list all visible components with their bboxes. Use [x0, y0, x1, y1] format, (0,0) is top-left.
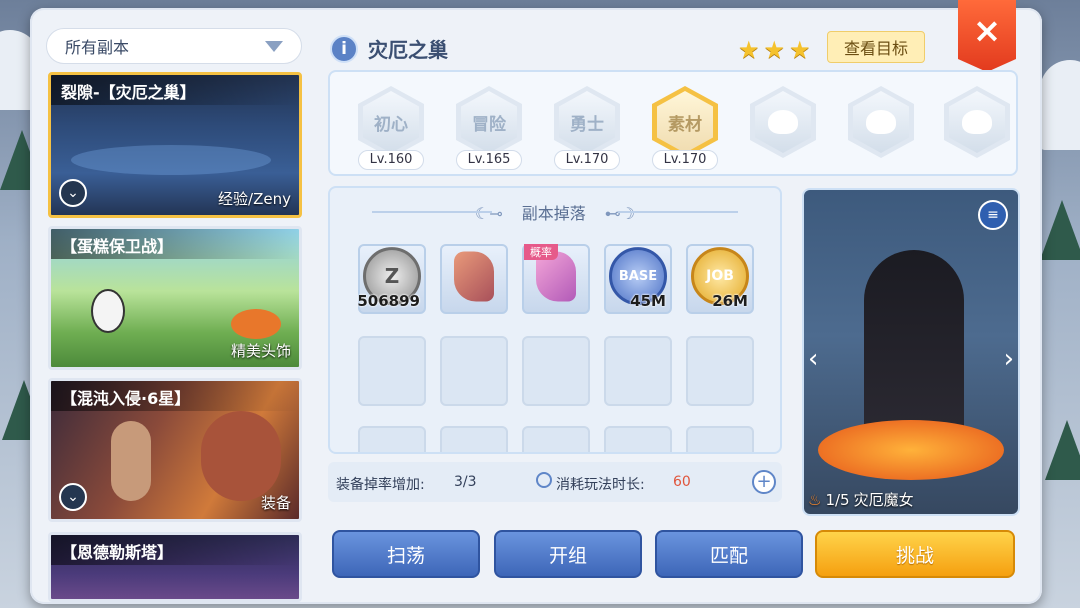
- match-button[interactable]: 匹配: [655, 530, 803, 578]
- info-icon[interactable]: i: [330, 34, 358, 63]
- drop-rate-label: 装备掉率增加:: [336, 477, 425, 493]
- drop-title-row: ☾⊸ 副本掉落 ⊷☽: [330, 200, 780, 224]
- time-value: 60: [673, 474, 691, 490]
- empty-slot: [686, 336, 754, 406]
- page-title: 灾厄之巢: [368, 38, 448, 62]
- drop-item-base-exp[interactable]: BASE 45M: [604, 244, 672, 314]
- dropdown-triangle-icon: [265, 40, 283, 52]
- star-rating: ★ ★ ★: [738, 36, 811, 64]
- clock-icon: [536, 472, 552, 488]
- difficulty-level: Lv.170: [554, 150, 620, 170]
- drop-item-job-exp[interactable]: JOB 26M: [686, 244, 754, 314]
- dungeon-filter-dropdown[interactable]: 所有副本: [46, 28, 302, 64]
- drop-panel: ☾⊸ 副本掉落 ⊷☽ Z 506899 概率 BASE 45M JOB 26M: [328, 186, 782, 454]
- difficulty-material[interactable]: 素材: [652, 86, 718, 158]
- card-art: [201, 411, 281, 501]
- empty-slot: [440, 426, 508, 452]
- boss-list-icon[interactable]: ≡: [978, 200, 1008, 230]
- time-label: 消耗玩法时长:: [556, 477, 645, 493]
- locked-face-icon: [768, 110, 798, 134]
- difficulty-locked[interactable]: [750, 86, 816, 158]
- chevron-down-icon[interactable]: ⌄: [59, 483, 87, 511]
- item-quantity: 45M: [630, 292, 666, 310]
- empty-slot: [522, 336, 590, 406]
- probability-badge: 概率: [524, 244, 558, 260]
- drop-item-zeny[interactable]: Z 506899: [357, 244, 426, 314]
- difficulty-level: Lv.170: [652, 150, 718, 170]
- card-art: [111, 421, 151, 501]
- close-button[interactable]: ×: [958, 0, 1016, 72]
- empty-slot: [358, 336, 426, 406]
- difficulty-name: 初心: [363, 91, 419, 153]
- filter-label: 所有副本: [65, 38, 130, 57]
- dungeon-card-title: 【蛋糕保卫战】: [51, 229, 299, 259]
- sweep-button[interactable]: 扫荡: [332, 530, 480, 578]
- stats-bar: 装备掉率增加: 3/3 消耗玩法时长: 60 +: [328, 462, 782, 502]
- card-art: [91, 289, 125, 333]
- empty-slot: [604, 426, 672, 452]
- difficulty-name: 冒险: [461, 91, 517, 153]
- boss-preview: ≡ ‹ › ♨ 1/5 灾厄魔女: [802, 188, 1020, 516]
- rune-stone-icon: [454, 251, 494, 302]
- difficulty-locked[interactable]: [848, 86, 914, 158]
- divider: [618, 211, 738, 213]
- divider: [372, 211, 492, 213]
- drop-item-pink-rune-stone[interactable]: 概率: [522, 244, 590, 314]
- locked-face-icon: [866, 110, 896, 134]
- boss-name: 灾厄魔女: [853, 491, 914, 509]
- difficulty-level: Lv.165: [456, 150, 522, 170]
- card-art: [71, 145, 271, 175]
- difficulty-adventure[interactable]: 冒险: [456, 86, 522, 158]
- challenge-button[interactable]: 挑战: [815, 530, 1015, 578]
- card-art: [231, 309, 281, 339]
- close-icon: ×: [972, 11, 1002, 51]
- dungeon-card-tag: 经验/Zeny: [218, 190, 291, 208]
- drop-rate-value: 3/3: [454, 474, 477, 490]
- chevron-down-icon[interactable]: ⌄: [59, 179, 87, 207]
- boss-counter: 1/5: [825, 490, 850, 509]
- difficulty-warrior[interactable]: 勇士: [554, 86, 620, 158]
- difficulty-name: 勇士: [559, 91, 615, 153]
- empty-slot: [686, 426, 754, 452]
- difficulty-level: Lv.160: [358, 150, 424, 170]
- view-goals-button[interactable]: 查看目标: [827, 31, 925, 63]
- empty-slot: [440, 336, 508, 406]
- dungeon-card-tag: 装备: [260, 494, 291, 512]
- difficulty-selector: 初心 Lv.160 冒险 Lv.165 勇士 Lv.170 素材 Lv.170: [328, 70, 1018, 176]
- add-time-button[interactable]: +: [752, 470, 776, 494]
- item-quantity: 26M: [712, 292, 748, 310]
- chevron-right-icon[interactable]: ›: [1004, 344, 1014, 374]
- moon-ornament-icon: ⊷☽: [604, 204, 636, 223]
- dungeon-card-title: 裂隙-【灾厄之巢】: [51, 75, 299, 105]
- drop-title: 副本掉落: [521, 204, 586, 223]
- moon-ornament-icon: ☾⊸: [474, 204, 503, 223]
- difficulty-beginner[interactable]: 初心: [358, 86, 424, 158]
- item-quantity: 506899: [357, 292, 420, 310]
- lava-art: [818, 420, 1004, 480]
- empty-slot: [358, 426, 426, 452]
- dungeon-card-title: 【恩德勒斯塔】: [51, 535, 299, 565]
- boss-label: ♨ 1/5 灾厄魔女: [808, 489, 914, 510]
- drop-item-rune-stone[interactable]: [440, 244, 508, 314]
- difficulty-name: 素材: [657, 91, 713, 153]
- empty-slot: [522, 426, 590, 452]
- dungeon-card-chaos-invasion[interactable]: 【混沌入侵·6星】 ⌄ 装备: [48, 378, 302, 522]
- dungeon-card-endless-tower[interactable]: 【恩德勒斯塔】: [48, 532, 302, 602]
- form-team-button[interactable]: 开组: [494, 530, 642, 578]
- dungeon-card-tag: 精美头饰: [230, 342, 291, 360]
- dungeon-card-rift-nest[interactable]: 裂隙-【灾厄之巢】 ⌄ 经验/Zeny: [48, 72, 302, 218]
- locked-face-icon: [962, 110, 992, 134]
- star-icon: ★: [789, 36, 811, 64]
- empty-slot: [604, 336, 672, 406]
- star-icon: ★: [763, 36, 786, 64]
- star-icon: ★: [738, 36, 760, 64]
- dungeon-card-title: 【混沌入侵·6星】: [51, 381, 299, 411]
- dungeon-header: i 灾厄之巢: [330, 34, 448, 63]
- difficulty-locked[interactable]: [944, 86, 1010, 158]
- flame-icon: ♨: [808, 490, 822, 509]
- dungeon-card-cake-defense[interactable]: 【蛋糕保卫战】 精美头饰: [48, 226, 302, 370]
- chevron-left-icon[interactable]: ‹: [808, 344, 818, 374]
